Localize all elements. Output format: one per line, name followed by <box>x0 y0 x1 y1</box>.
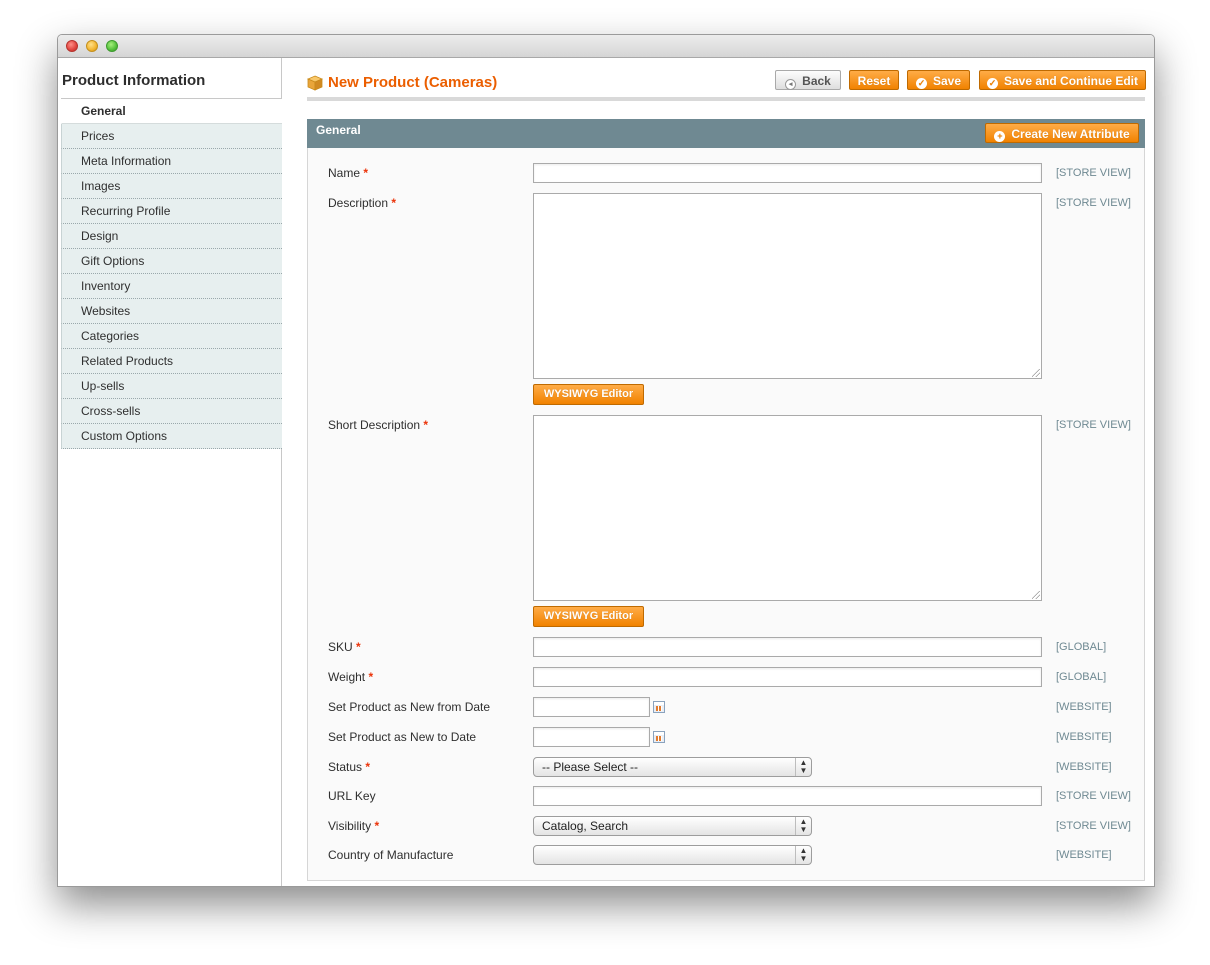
window-titlebar <box>58 35 1154 58</box>
required-mark: * <box>423 418 429 432</box>
description-label-text: Description <box>328 196 389 210</box>
required-mark: * <box>356 640 361 654</box>
weight-label: Weight * <box>328 670 373 684</box>
sku-label: SKU * <box>328 640 361 654</box>
name-input[interactable] <box>533 163 1042 183</box>
sku-label-text: SKU <box>328 640 353 654</box>
calendar-icon[interactable] <box>653 701 665 713</box>
status-label-text: Status <box>328 760 363 774</box>
select-arrows-icon: ▲ ▼ <box>795 758 811 776</box>
weight-input[interactable] <box>533 667 1042 687</box>
new-to-date-input[interactable] <box>533 727 650 747</box>
status-scope: [WEBSITE] <box>1056 761 1112 773</box>
sidebar-item-cross-sells[interactable]: Cross-sells <box>61 399 282 424</box>
name-label: Name * <box>328 166 368 180</box>
reset-button-label: Reset <box>857 74 891 88</box>
visibility-scope: [STORE VIEW] <box>1056 820 1131 832</box>
name-scope: [STORE VIEW] <box>1056 167 1131 179</box>
checkmark-icon: ✓ <box>915 78 927 89</box>
sidebar-item-custom-options[interactable]: Custom Options <box>61 424 282 449</box>
sidebar-item-meta-information[interactable]: Meta Information <box>61 149 282 174</box>
short-description-textarea[interactable] <box>533 415 1042 601</box>
sku-input[interactable] <box>533 637 1042 657</box>
save-and-continue-label: Save and Continue Edit <box>1004 74 1139 88</box>
description-label: Description * <box>328 196 396 210</box>
visibility-select-value: Catalog, Search <box>542 819 629 833</box>
sidebar-item-design[interactable]: Design <box>61 224 282 249</box>
required-mark: * <box>391 196 397 210</box>
short-description-label: Short Description * <box>328 418 428 432</box>
fieldset-header: General + Create New Attribute <box>307 119 1145 148</box>
status-select-value: -- Please Select -- <box>542 760 639 774</box>
short-description-wysiwyg-button[interactable]: WYSIWYG Editor <box>533 606 644 627</box>
header-divider <box>307 97 1145 101</box>
create-new-attribute-button[interactable]: + Create New Attribute <box>985 123 1139 143</box>
required-mark: * <box>368 670 374 684</box>
sku-scope: [GLOBAL] <box>1056 641 1107 653</box>
description-scope: [STORE VIEW] <box>1056 197 1131 209</box>
country-scope: [WEBSITE] <box>1056 849 1112 861</box>
create-new-attribute-label: Create New Attribute <box>1011 127 1130 141</box>
sidebar-item-images[interactable]: Images <box>61 174 282 199</box>
box-icon <box>307 75 323 91</box>
visibility-label: Visibility * <box>328 819 379 833</box>
close-window-button[interactable] <box>66 40 78 52</box>
sidebar-item-related-products[interactable]: Related Products <box>61 349 282 374</box>
sidebar-item-general[interactable]: General <box>61 99 282 124</box>
resize-grip-icon[interactable] <box>1032 591 1040 599</box>
short-description-label-text: Short Description <box>328 418 421 432</box>
url-key-label: URL Key <box>328 789 376 803</box>
visibility-label-text: Visibility <box>328 819 372 833</box>
minimize-window-button[interactable] <box>86 40 98 52</box>
calendar-icon[interactable] <box>653 731 665 743</box>
new-from-date-input[interactable] <box>533 697 650 717</box>
description-textarea[interactable] <box>533 193 1042 379</box>
fieldset-legend: General <box>316 123 361 137</box>
country-of-manufacture-select[interactable]: ▲ ▼ <box>533 845 812 865</box>
required-mark: * <box>365 760 371 774</box>
url-key-input[interactable] <box>533 786 1042 806</box>
checkmark-icon: ✓ <box>987 78 998 89</box>
short-description-scope: [STORE VIEW] <box>1056 419 1131 431</box>
plus-icon: + <box>994 131 1006 142</box>
description-wysiwyg-button[interactable]: WYSIWYG Editor <box>533 384 644 405</box>
back-arrow-icon: ◂ <box>785 79 797 90</box>
country-of-manufacture-label: Country of Manufacture <box>328 848 454 862</box>
new-to-date-label: Set Product as New to Date <box>328 730 477 744</box>
weight-label-text: Weight <box>328 670 366 684</box>
new-from-date-label: Set Product as New from Date <box>328 700 491 714</box>
visibility-select[interactable]: Catalog, Search ▲ ▼ <box>533 816 812 836</box>
sidebar-item-prices[interactable]: Prices <box>61 124 282 149</box>
sidebar-tabs: General Prices Meta Information Images R… <box>61 99 282 449</box>
new-from-date-scope: [WEBSITE] <box>1056 701 1112 713</box>
sidebar-item-recurring-profile[interactable]: Recurring Profile <box>61 199 282 224</box>
reset-button[interactable]: Reset <box>849 70 899 90</box>
sidebar-title: Product Information <box>62 72 206 89</box>
status-select[interactable]: -- Please Select -- ▲ ▼ <box>533 757 812 777</box>
zoom-window-button[interactable] <box>106 40 118 52</box>
sidebar-item-gift-options[interactable]: Gift Options <box>61 249 282 274</box>
url-key-scope: [STORE VIEW] <box>1056 790 1131 802</box>
sidebar-item-categories[interactable]: Categories <box>61 324 282 349</box>
sidebar-item-websites[interactable]: Websites <box>61 299 282 324</box>
status-label: Status * <box>328 760 370 774</box>
back-button-label: Back <box>802 74 831 88</box>
select-arrows-icon: ▲ ▼ <box>795 846 811 864</box>
back-button[interactable]: ◂ Back <box>775 70 841 90</box>
new-to-date-scope: [WEBSITE] <box>1056 731 1112 743</box>
resize-grip-icon[interactable] <box>1032 369 1040 377</box>
name-label-text: Name <box>328 166 361 180</box>
required-mark: * <box>363 166 369 180</box>
page-title: New Product (Cameras) <box>328 74 498 91</box>
required-mark: * <box>374 819 380 833</box>
save-button-label: Save <box>932 74 962 88</box>
sidebar-item-up-sells[interactable]: Up-sells <box>61 374 282 399</box>
save-and-continue-button[interactable]: ✓ Save and Continue Edit <box>979 70 1146 90</box>
select-arrows-icon: ▲ ▼ <box>795 817 811 835</box>
sidebar-item-inventory[interactable]: Inventory <box>61 274 282 299</box>
weight-scope: [GLOBAL] <box>1056 671 1107 683</box>
product-info-sidebar: Product Information General Prices Meta … <box>58 58 282 886</box>
save-button[interactable]: ✓ Save <box>907 70 970 90</box>
browser-window: Product Information General Prices Meta … <box>57 34 1155 887</box>
